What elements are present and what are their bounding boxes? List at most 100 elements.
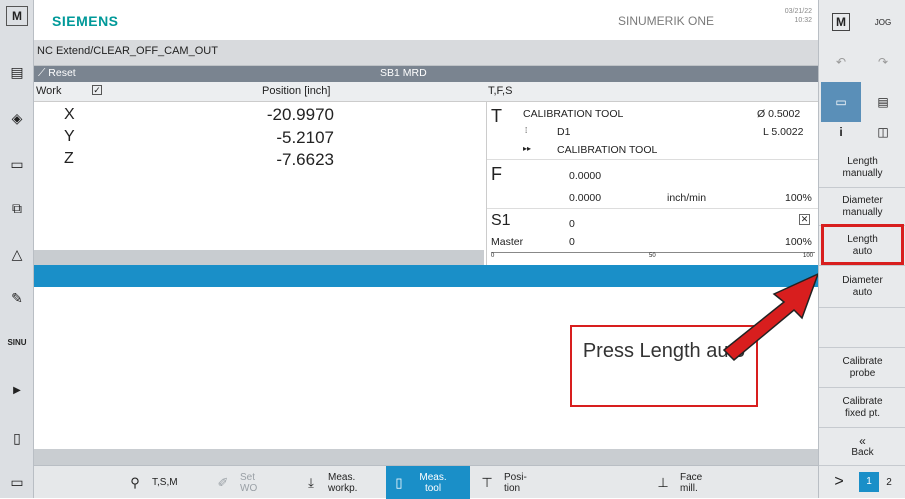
scale-max: 100 <box>803 253 814 259</box>
softkey-diameter-manually-label: Diameter manually <box>842 194 883 218</box>
softkey-calibrate-fixed-pt-label: Calibrate fixed pt. <box>842 395 883 419</box>
feed-rate: 0.0000 <box>569 192 602 204</box>
softkey-position[interactable]: ⊤ Posi- tion <box>474 466 558 499</box>
position-icon: ⊤ <box>481 475 493 490</box>
softkey-length-manually-label: Length manually <box>842 155 883 179</box>
softkey-meas-tool[interactable]: ▯ Meas. tool <box>386 466 470 499</box>
spindle-speed: 0 <box>569 218 575 230</box>
reset-status: ⟋ Reset <box>38 67 76 80</box>
info-icon[interactable]: i <box>821 112 861 152</box>
expand-arrow-icon[interactable]: ▶ <box>3 376 31 404</box>
softkey-diameter-auto[interactable]: Diameter auto <box>819 266 905 308</box>
tool-name: CALIBRATION TOOL <box>523 108 624 120</box>
offset-icon[interactable]: ▭ <box>3 150 31 178</box>
program-manager-icon[interactable]: ◈ <box>3 104 31 132</box>
tools-icon[interactable]: ✎ <box>3 284 31 312</box>
tool-diameter: Ø 0.5002 <box>757 108 801 120</box>
diagnostics-icon[interactable]: ⧉ <box>3 194 31 222</box>
softkey-face-mill[interactable]: ⊥ Face mill. <box>650 466 734 499</box>
title-bar: SIEMENS SINUMERIK ONE 03/21/22 10:32 <box>34 0 818 40</box>
softkey-set-wo-label: Set WO <box>240 471 258 494</box>
list-icon[interactable]: ▯ <box>3 424 31 452</box>
keyboard-icon[interactable]: ▭ <box>3 468 31 496</box>
date: 03/21/22 <box>784 8 812 15</box>
redo-icon[interactable]: ↷ <box>863 42 903 82</box>
feed-override: 100% <box>785 192 812 204</box>
machine-area-icon[interactable]: M <box>6 6 28 26</box>
tool-edge-icon: ⁞ <box>525 126 528 135</box>
product-name: SINUMERIK ONE <box>618 14 715 28</box>
undo-icon[interactable]: ↶ <box>821 42 861 82</box>
work-checkbox[interactable]: ✓ <box>92 85 102 95</box>
softkey-length-manually[interactable]: Length manually <box>819 148 905 188</box>
position-label: Position [inch] <box>262 85 331 97</box>
softkey-set-wo[interactable]: ✐ Set WO <box>210 466 294 499</box>
setup-icon[interactable]: △ <box>3 240 31 268</box>
axis-y-value: -5.2107 <box>276 128 334 147</box>
position-header: Work ✓ Position [inch] T,F,S <box>34 82 818 102</box>
softkey-tsm[interactable]: ⚲ T,S,M <box>122 466 206 499</box>
axis-x-value: -20.9970 <box>266 105 334 124</box>
length-auto-highlight <box>821 224 904 265</box>
softkey-back-label: Back <box>851 446 874 458</box>
softkey-meas-workpiece[interactable]: ⤓ Meas. workp. <box>298 466 382 499</box>
page-2-button[interactable]: 2 <box>879 477 899 488</box>
program-icon[interactable]: ▤ <box>3 58 31 86</box>
work-label: Work <box>36 85 62 97</box>
tool-length: L 5.0022 <box>763 126 804 138</box>
jog-mode-icon[interactable]: JOG <box>863 2 903 42</box>
softkey-diameter-manually[interactable]: Diameter manually <box>819 188 905 226</box>
channel-mode: SB1 MRD <box>380 67 427 79</box>
tsm-icon: ⚲ <box>130 475 140 490</box>
softkey-meas-tool-label: Meas. tool <box>419 471 447 494</box>
next-page-button[interactable]: > <box>819 473 859 491</box>
feed-value: 0.0000 <box>569 170 602 182</box>
program-path: NC Extend/CLEAR_OFF_CAM_OUT <box>37 45 218 57</box>
tfs-label: T,F,S <box>488 85 513 97</box>
next-tool-icon: ▸▸ <box>523 144 532 153</box>
master-value: 0 <box>569 236 575 248</box>
position-panel: X -20.9970 Y -5.2107 Z -7.6623 <box>34 102 484 250</box>
datetime: 03/21/22 10:32 <box>778 7 812 25</box>
axis-x-label: X <box>64 106 75 123</box>
red-arrow-icon <box>722 272 820 362</box>
brand-logo: SIEMENS <box>52 13 119 29</box>
softkey-back[interactable]: « Back <box>819 428 905 466</box>
channel-status-bar: ⟋ Reset SB1 MRD <box>34 66 818 82</box>
softkey-empty[interactable] <box>819 308 905 348</box>
time: 10:32 <box>794 17 812 24</box>
softkey-meas-workpiece-label: Meas. workp. <box>328 471 358 494</box>
scale-min: 0 <box>491 253 495 259</box>
next-tool-name: CALIBRATION TOOL <box>557 144 658 156</box>
softkey-calibrate-fixed-pt[interactable]: Calibrate fixed pt. <box>819 388 905 428</box>
reset-label: Reset <box>48 67 76 79</box>
softkey-diameter-auto-label: Diameter auto <box>842 274 883 298</box>
callout-arrow <box>722 272 820 362</box>
meas-workpiece-icon: ⤓ <box>308 475 314 490</box>
scale-mid: 50 <box>649 253 656 259</box>
axis-z-label: Z <box>64 150 74 167</box>
left-vertical-toolbar: M ▤ ◈ ▭ ⧉ △ ✎ SINU ▶ ▯ ▭ <box>0 0 34 498</box>
softkey-face-mill-label: Face mill. <box>680 471 703 494</box>
machine-jog-icon[interactable]: M <box>821 2 861 42</box>
spindle-stop-icon: ✕ <box>799 214 810 225</box>
master-override: 100% <box>785 236 812 248</box>
feed-unit: inch/min <box>667 192 707 204</box>
tfs-panel: T CALIBRATION TOOL Ø 0.5002 ⁞ D1 L 5.002… <box>486 102 818 265</box>
sinumerik-integrate-icon[interactable]: SINU <box>3 328 31 356</box>
program-path-bar: NC Extend/CLEAR_OFF_CAM_OUT <box>34 40 818 66</box>
axis-z-value: -7.6623 <box>276 150 334 169</box>
reset-icon: ⟋ <box>38 67 49 79</box>
spindle-label: S1 <box>491 212 511 229</box>
page-1-button[interactable]: 1 <box>859 472 879 492</box>
feed-letter: F <box>491 164 502 184</box>
screenshot-icon[interactable]: ◫ <box>863 112 903 152</box>
position-panel-footer <box>34 250 484 265</box>
axis-y-label: Y <box>64 128 75 145</box>
meas-tool-icon: ▯ <box>395 475 403 490</box>
softkey-calibrate-probe[interactable]: Calibrate probe <box>819 348 905 388</box>
horizontal-softkey-bar: ⚲ T,S,M ✐ Set WO ⤓ Meas. workp. ▯ Meas. tool… <box>34 465 818 499</box>
set-wo-icon: ✐ <box>217 475 229 490</box>
softkey-tsm-label: T,S,M <box>152 477 178 488</box>
pager: > 1 2 <box>819 466 905 498</box>
